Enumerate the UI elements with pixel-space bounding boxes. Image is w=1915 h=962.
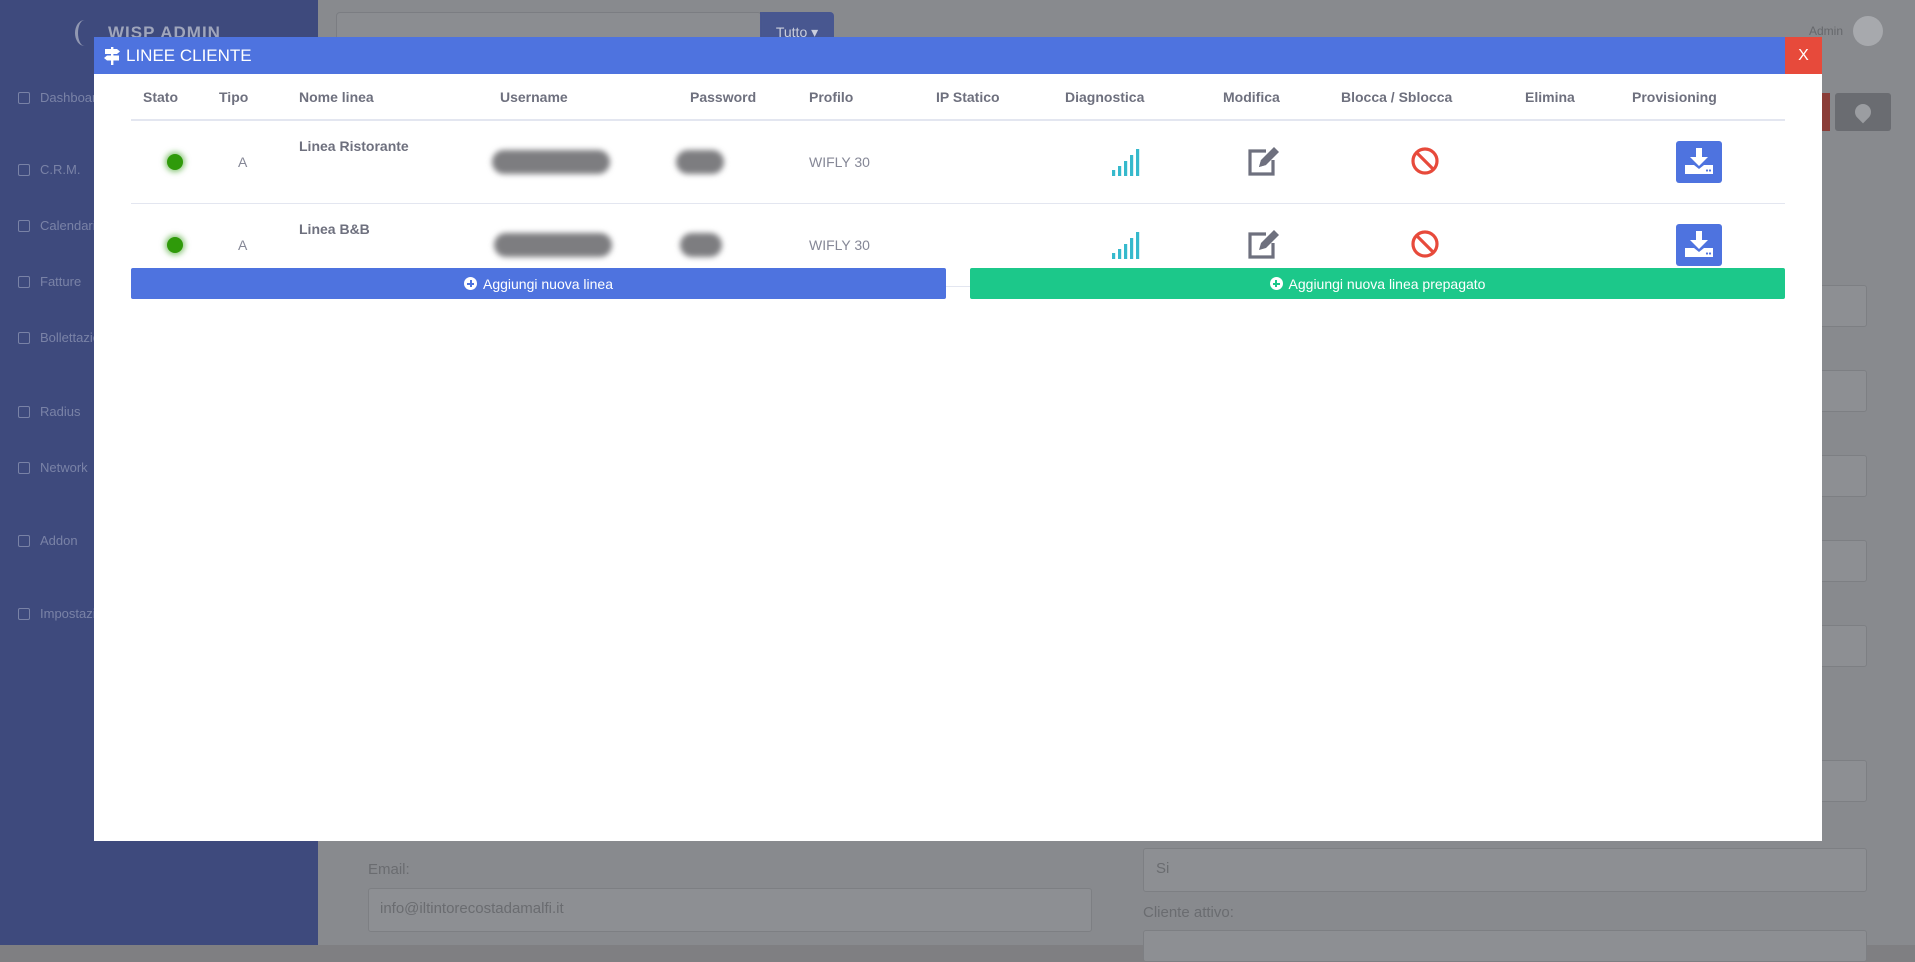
network-icon: [18, 461, 30, 474]
column-header: Stato: [131, 74, 219, 121]
linee-cliente-modal: LINEE CLIENTE X Stato Tipo Nome linea Us…: [94, 37, 1822, 841]
avatar: [1853, 16, 1883, 46]
add-buttons-row: Aggiungi nuova linea Aggiungi nuova line…: [131, 268, 1785, 299]
provisioning-download-button[interactable]: [1676, 141, 1722, 183]
ip-cell: [936, 120, 1065, 204]
edit-icon[interactable]: [1246, 146, 1280, 179]
edit-icon[interactable]: [1246, 229, 1280, 262]
signal-bars-icon[interactable]: [1111, 146, 1145, 179]
calendar-icon: [18, 219, 30, 232]
password-redacted: [680, 233, 722, 257]
select-field[interactable]: [1143, 848, 1867, 892]
antenna-logo-icon: [75, 20, 94, 46]
column-header: Modifica: [1215, 74, 1333, 121]
column-header: Password: [678, 74, 809, 121]
tipo-cell: A: [219, 120, 299, 204]
block-icon[interactable]: [1410, 229, 1440, 262]
crm-icon: [18, 163, 30, 176]
password-cell: [676, 120, 809, 204]
column-header: Provisioning: [1632, 74, 1785, 121]
sidebar-item-dashboard[interactable]: Dashboard: [18, 90, 104, 105]
download-icon: [1685, 230, 1713, 260]
modal-header: LINEE CLIENTE X: [94, 37, 1822, 74]
username-cell: [492, 120, 678, 204]
modifica-cell: [1215, 120, 1333, 204]
settings-icon: [18, 607, 30, 620]
addon-icon: [18, 534, 30, 547]
modal-title: LINEE CLIENTE: [94, 46, 252, 66]
provisioning-download-button[interactable]: [1676, 224, 1722, 266]
column-header: Blocca / Sblocca: [1333, 74, 1525, 121]
billing-icon: [18, 331, 30, 344]
username-redacted: [492, 150, 610, 174]
map-pin-icon: [1851, 100, 1875, 124]
download-icon: [1685, 147, 1713, 177]
sidebar-item-calendario[interactable]: Calendario: [18, 218, 103, 233]
column-header: Elimina: [1525, 74, 1632, 121]
signal-bars-icon[interactable]: [1111, 229, 1145, 262]
sidebar-item-radius[interactable]: Radius: [18, 404, 80, 419]
blocca-cell: [1333, 120, 1525, 204]
user-name: Admin: [1808, 24, 1843, 38]
column-header: Diagnostica: [1065, 74, 1215, 121]
block-icon[interactable]: [1410, 146, 1440, 179]
sidebar-item-addon[interactable]: Addon: [18, 533, 78, 548]
status-active-indicator: [167, 154, 183, 170]
close-button[interactable]: X: [1785, 37, 1822, 74]
column-header: Nome linea: [299, 74, 492, 121]
sidebar-item-fatture[interactable]: Fatture: [18, 274, 81, 289]
provisioning-cell: [1632, 120, 1785, 204]
map-button[interactable]: [1835, 93, 1891, 131]
column-header: Username: [492, 74, 678, 121]
sidebar-item-crm[interactable]: C.R.M.: [18, 162, 80, 177]
profilo-cell: WIFLY 30: [809, 120, 936, 204]
plus-circle-icon: [464, 277, 477, 290]
column-header: IP Statico: [936, 74, 1065, 121]
password-redacted: [676, 150, 724, 174]
add-line-button[interactable]: Aggiungi nuova linea: [131, 268, 946, 299]
email-label: Email:: [368, 861, 410, 878]
status-cell: [131, 120, 219, 204]
username-redacted: [494, 233, 612, 257]
diagnostica-cell: [1065, 120, 1215, 204]
elimina-cell: [1525, 120, 1632, 204]
status-active-indicator: [167, 237, 183, 253]
lines-table: Stato Tipo Nome linea Username Password …: [131, 74, 1785, 287]
add-prepaid-line-button[interactable]: Aggiungi nuova linea prepagato: [970, 268, 1785, 299]
line-name: Linea Ristorante: [299, 120, 492, 204]
cliente-attivo-label: Cliente attivo:: [1143, 904, 1234, 921]
dashboard-icon: [18, 91, 30, 104]
table-header-row: Stato Tipo Nome linea Username Password …: [131, 74, 1785, 121]
signpost-icon: [104, 46, 120, 65]
column-header: Tipo: [219, 74, 299, 121]
sidebar-item-network[interactable]: Network: [18, 460, 88, 475]
cliente-attivo-field[interactable]: [1143, 930, 1867, 962]
radius-icon: [18, 405, 30, 418]
plus-circle-icon: [1269, 277, 1283, 290]
column-header: Profilo: [809, 74, 936, 121]
select-value: Si: [1156, 860, 1170, 877]
invoice-icon: [18, 275, 30, 288]
email-value: info@iltintorecostadamalfi.it: [380, 900, 564, 917]
table-row: A Linea Ristorante WIFLY 30: [131, 120, 1785, 204]
